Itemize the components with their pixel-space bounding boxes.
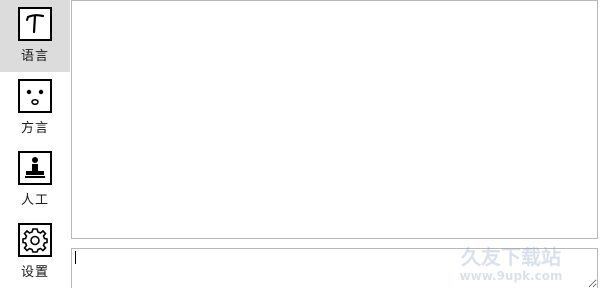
sidebar-item-label: 语言 [20, 49, 49, 64]
sidebar-nav: 语言 方言 人工 设置 [0, 0, 70, 288]
watermark-line1: 久友下载站 [461, 245, 561, 269]
sidebar-item-settings[interactable]: 设置 [0, 216, 70, 288]
watermark-logo: 久友下载站 www.9upk.com [436, 240, 586, 284]
gear-icon [18, 223, 52, 257]
sidebar-item-label: 设置 [20, 265, 49, 280]
face-icon [18, 79, 52, 113]
text-t-icon [18, 7, 52, 41]
output-panel [71, 0, 598, 239]
sidebar-item-human[interactable]: 人工 [0, 144, 70, 216]
sidebar-item-dialect[interactable]: 方言 [0, 72, 70, 144]
person-desk-icon [18, 151, 52, 185]
text-caret [75, 251, 76, 264]
sidebar-item-label: 人工 [20, 193, 49, 208]
sidebar-item-label: 方言 [20, 121, 49, 136]
watermark-line2: www.9upk.com [460, 269, 563, 283]
sidebar-item-language[interactable]: 语言 [0, 0, 70, 72]
